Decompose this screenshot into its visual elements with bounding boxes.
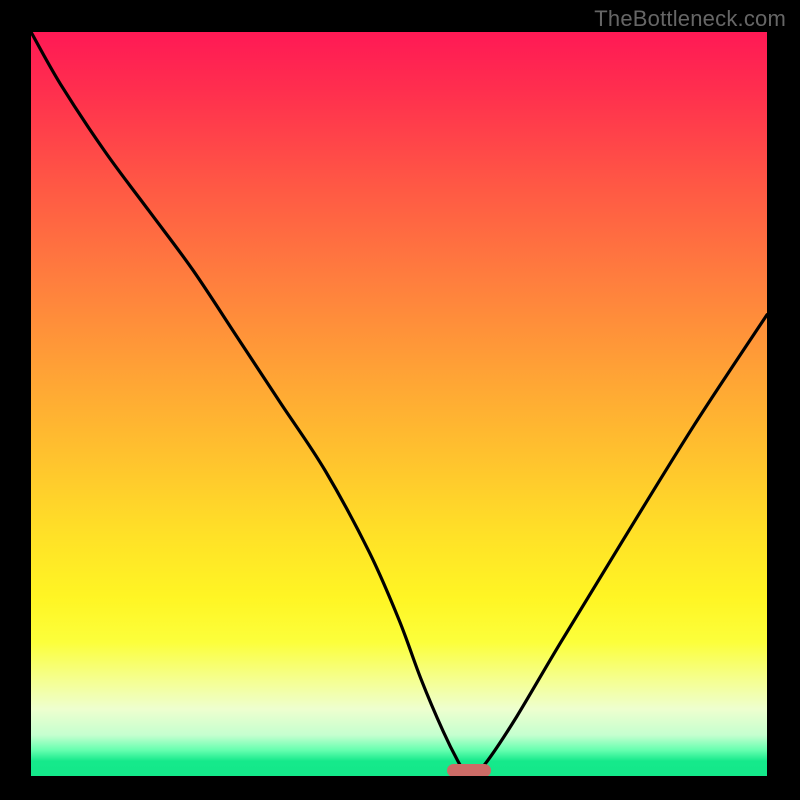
- minimum-marker: [447, 764, 491, 777]
- watermark-text: TheBottleneck.com: [594, 6, 786, 32]
- bottleneck-curve: [31, 32, 767, 776]
- stage: TheBottleneck.com: [0, 0, 800, 800]
- plot-area: [31, 32, 767, 776]
- curve-path: [31, 32, 767, 776]
